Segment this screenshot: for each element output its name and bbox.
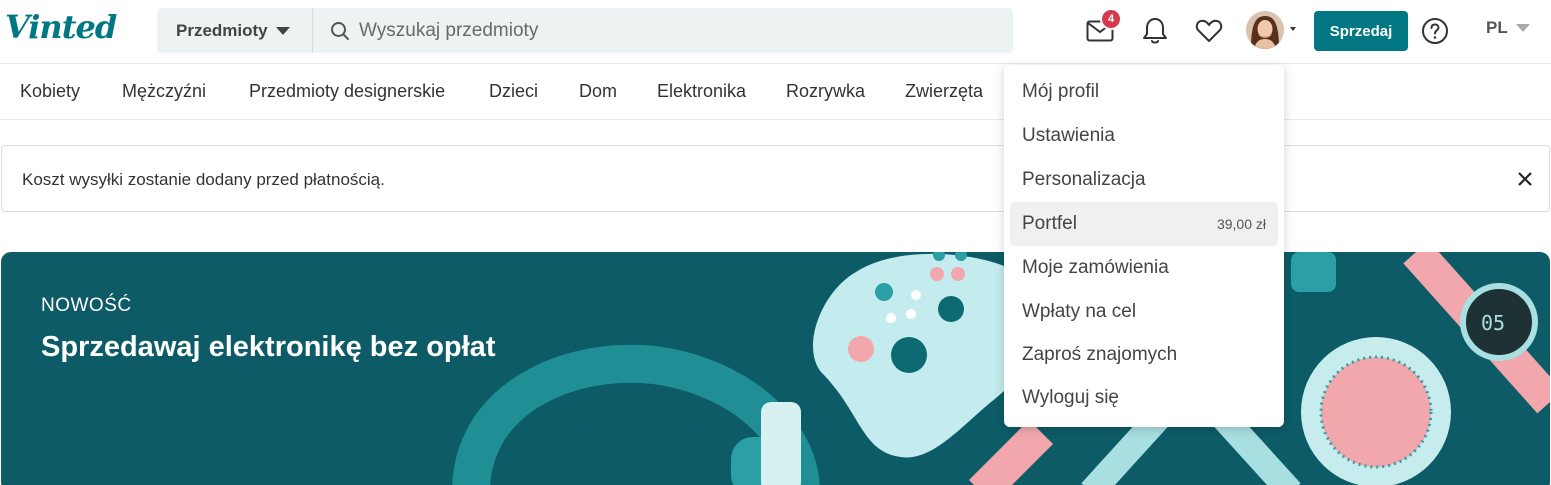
- menu-item-label: Wpłaty na cel: [1022, 301, 1137, 322]
- bell-icon: [1143, 18, 1167, 44]
- nav-item-rozrywka[interactable]: Rozrywka: [786, 81, 865, 102]
- hero-banner[interactable]: 05 NOWOŚĆ Sprzedawaj elektronikę bez opł…: [1, 252, 1550, 485]
- shipping-notice: Koszt wysyłki zostanie dodany przed płat…: [1, 145, 1550, 212]
- avatar-chevron-icon[interactable]: [1290, 27, 1296, 31]
- menu-item-donations[interactable]: Wpłaty na cel: [1010, 290, 1278, 334]
- menu-item-invite-friends[interactable]: Zaproś znajomych: [1010, 333, 1278, 377]
- header: Vinted Przedmioty 4: [0, 0, 1551, 64]
- nav-item-dom[interactable]: Dom: [579, 81, 617, 102]
- category-select-label: Przedmioty: [176, 20, 268, 40]
- menu-item-label: Zaproś znajomych: [1022, 344, 1178, 365]
- help-button[interactable]: [1420, 14, 1450, 48]
- close-icon: [1518, 172, 1532, 186]
- inbox-badge: 4: [1100, 8, 1122, 30]
- category-nav: Kobiety Mężczyźni Przedmioty designerski…: [0, 64, 1551, 120]
- chevron-down-icon: [1515, 24, 1530, 32]
- menu-item-logout[interactable]: Wyloguj się: [1010, 376, 1278, 420]
- menu-item-label: Mój profil: [1022, 81, 1100, 102]
- search-bar: Przedmioty: [157, 8, 1013, 53]
- vinted-logo[interactable]: Vinted: [5, 8, 117, 46]
- chevron-down-icon: [275, 26, 290, 35]
- search-icon: [331, 21, 349, 40]
- menu-item-my-orders[interactable]: Moje zamówienia: [1010, 246, 1278, 290]
- language-select[interactable]: PL: [1486, 18, 1530, 38]
- nav-item-dzieci[interactable]: Dzieci: [489, 81, 538, 102]
- hero-kicker: NOWOŚĆ: [41, 295, 132, 316]
- menu-item-my-profile[interactable]: Mój profil: [1010, 70, 1278, 114]
- menu-item-label: Ustawienia: [1022, 125, 1115, 146]
- nav-item-mezczyzni[interactable]: Mężczyźni: [122, 81, 206, 102]
- search-input[interactable]: [359, 19, 959, 42]
- notifications-button[interactable]: [1140, 14, 1170, 48]
- close-button[interactable]: [1514, 168, 1536, 190]
- hero-illustration: 05: [452, 252, 1550, 485]
- avatar-image: [1246, 11, 1284, 49]
- menu-item-label: Personalizacja: [1022, 169, 1146, 190]
- nav-item-elektronika[interactable]: Elektronika: [657, 81, 746, 102]
- profile-dropdown-menu: Mój profil Ustawienia Personalizacja Por…: [1004, 65, 1284, 427]
- heart-icon: [1195, 19, 1223, 42]
- hero-title: Sprzedawaj elektronikę bez opłat: [41, 331, 496, 363]
- menu-item-wallet[interactable]: Portfel 39,00 zł: [1010, 202, 1278, 246]
- wallet-balance: 39,00 zł: [1216, 216, 1266, 232]
- nav-item-zwierzeta[interactable]: Zwierzęta: [905, 81, 983, 102]
- menu-item-label: Portfel: [1022, 213, 1077, 234]
- nav-item-kobiety[interactable]: Kobiety: [20, 81, 80, 102]
- favorites-button[interactable]: [1194, 14, 1224, 48]
- watch-face-digits: 05: [1481, 311, 1505, 335]
- help-icon: [1422, 18, 1448, 44]
- shipping-notice-text: Koszt wysyłki zostanie dodany przed płat…: [22, 170, 385, 189]
- category-select[interactable]: Przedmioty: [157, 8, 313, 53]
- menu-item-personalization[interactable]: Personalizacja: [1010, 158, 1278, 202]
- menu-item-label: Moje zamówienia: [1022, 257, 1169, 278]
- avatar[interactable]: [1246, 11, 1284, 49]
- nav-item-designer[interactable]: Przedmioty designerskie: [249, 81, 445, 102]
- menu-item-settings[interactable]: Ustawienia: [1010, 114, 1278, 158]
- menu-item-label: Wyloguj się: [1022, 387, 1119, 408]
- language-label: PL: [1486, 18, 1508, 37]
- search-field: [314, 8, 1013, 53]
- sell-button[interactable]: Sprzedaj: [1314, 11, 1408, 51]
